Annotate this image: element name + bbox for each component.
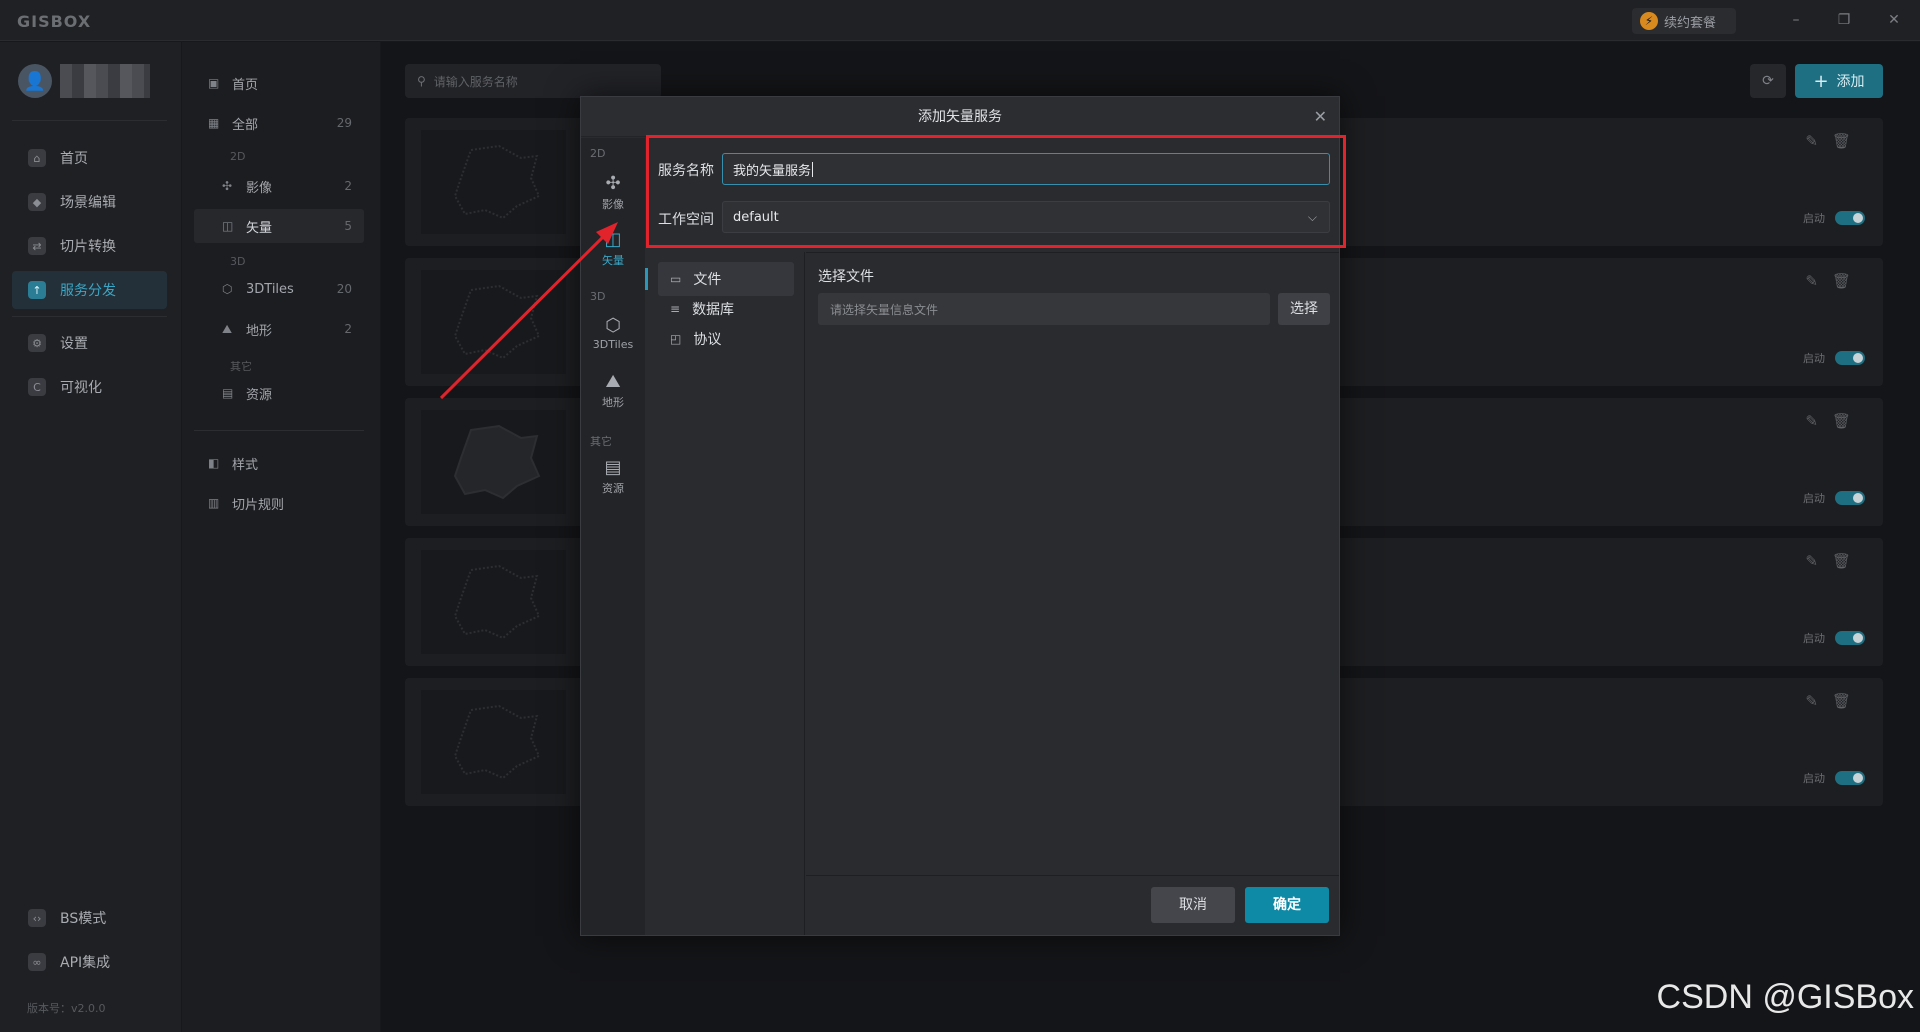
annotation-arrow xyxy=(439,222,618,400)
watermark: CSDN @GISBox xyxy=(1656,978,1914,1016)
